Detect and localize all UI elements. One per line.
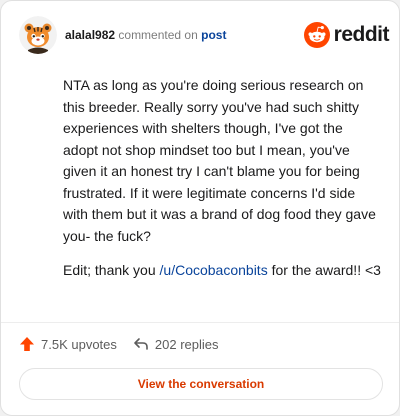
- action-text: commented on: [118, 28, 198, 42]
- comment-actions: 7.5K upvotes 202 replies: [19, 334, 219, 354]
- reddit-snoo-logo-icon: [303, 22, 330, 48]
- snoo-tiger-avatar-icon: [19, 16, 57, 54]
- reply-arrow-icon: [134, 338, 148, 350]
- edit-text-after: for the award!! <3: [267, 262, 381, 278]
- replies-button[interactable]: 202 replies: [133, 336, 219, 352]
- upvote-arrow-icon: [20, 337, 34, 351]
- post-link[interactable]: post: [201, 28, 226, 42]
- user-mention-link[interactable]: /u/Cocobaconbits: [160, 262, 268, 278]
- view-conversation-button[interactable]: View the conversation: [19, 368, 383, 400]
- username[interactable]: alalal982: [65, 28, 115, 42]
- comment-body: NTA as long as you're doing serious rese…: [63, 75, 381, 295]
- comment-meta: alalal982 commented on post: [65, 28, 226, 42]
- comment-paragraph: NTA as long as you're doing serious rese…: [63, 77, 376, 244]
- reply-count: 202 replies: [154, 336, 219, 352]
- edit-text-before: Edit; thank you: [63, 262, 160, 278]
- embedded-comment-card: alalal982 commented on post reddit NTA a…: [0, 0, 400, 416]
- brand-name: reddit: [333, 23, 390, 46]
- comment-header: alalal982 commented on post reddit: [19, 15, 390, 55]
- upvote-button[interactable]: 7.5K upvotes: [19, 336, 117, 352]
- divider: [1, 322, 399, 323]
- avatar[interactable]: [19, 16, 57, 54]
- upvote-count: 7.5K upvotes: [41, 336, 117, 352]
- comment-paragraph-edit: Edit; thank you /u/Cocobaconbits for the…: [63, 260, 381, 282]
- reddit-logo[interactable]: reddit: [303, 22, 390, 48]
